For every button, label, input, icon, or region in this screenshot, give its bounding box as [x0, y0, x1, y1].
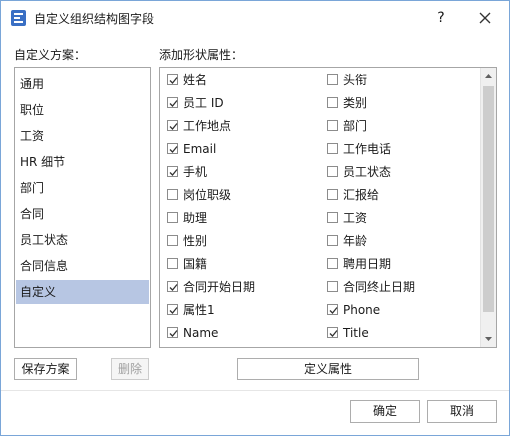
attribute-label: 年龄 [343, 234, 368, 248]
save-scheme-button[interactable]: 保存方案 [14, 358, 77, 380]
help-button[interactable]: ? [429, 6, 453, 30]
vertical-scrollbar[interactable] [480, 68, 496, 347]
title-bar: 自定义组织结构图字段 ? [1, 1, 509, 35]
attribute-label: 工资 [343, 211, 368, 225]
dialog-window: 自定义组织结构图字段 ? 自定义方案： 添加形状属性： 通用 职位 工资 HR 细节部… [0, 0, 510, 436]
attribute-label: Phone [343, 303, 381, 317]
attribute-label: 员工状态 [343, 165, 392, 179]
scheme-item[interactable]: 工资 [16, 124, 149, 148]
checkbox-unchecked[interactable] [327, 74, 338, 85]
scheme-item[interactable]: 部门 [16, 176, 149, 200]
checkbox-unchecked[interactable] [327, 189, 338, 200]
window-title: 自定义组织结构图字段 [34, 12, 155, 26]
scheme-item[interactable]: 通用 [16, 72, 149, 96]
checkbox-checked[interactable] [167, 327, 178, 338]
attribute-label: 国籍 [183, 257, 208, 271]
delete-button[interactable]: 删除 [111, 358, 149, 380]
checkbox-checked[interactable] [327, 327, 338, 338]
footer-separator [1, 390, 509, 391]
checkbox-checked[interactable] [167, 304, 178, 315]
close-icon[interactable] [473, 6, 497, 30]
checkbox-unchecked[interactable] [327, 120, 338, 131]
attribute-label: 性别 [183, 234, 208, 248]
scroll-up-icon[interactable] [481, 68, 496, 85]
define-attribute-button[interactable]: 定义属性 [237, 358, 419, 380]
checkbox-unchecked[interactable] [327, 235, 338, 246]
checkbox-unchecked[interactable] [327, 97, 338, 108]
attribute-label: 汇报给 [343, 188, 380, 202]
scroll-thumb[interactable] [483, 86, 494, 312]
attribute-label: 助理 [183, 211, 208, 225]
attribute-label: Title [343, 326, 369, 340]
checkbox-unchecked[interactable] [327, 258, 338, 269]
attribute-label: 聘用日期 [343, 257, 392, 271]
attribute-label: 姓名 [183, 73, 208, 87]
scheme-item[interactable]: 合同 [16, 202, 149, 226]
checkbox-checked[interactable] [167, 74, 178, 85]
cancel-button[interactable]: 取消 [427, 400, 497, 423]
attribute-label: 属性1 [183, 303, 215, 317]
attribute-label: Email [183, 142, 217, 156]
checkbox-checked[interactable] [167, 281, 178, 292]
attribute-label: 合同开始日期 [183, 280, 256, 294]
checkbox-checked[interactable] [167, 166, 178, 177]
checkbox-checked[interactable] [167, 120, 178, 131]
checkbox-unchecked[interactable] [327, 166, 338, 177]
attributes-header: 添加形状属性： [159, 48, 244, 62]
scheme-item[interactable]: 合同信息 [16, 254, 149, 278]
attribute-list: 姓名员工 ID 工作地点 Email 手机岗位职级助理性别国籍合同开始日期 属性1 Nam… [159, 67, 497, 348]
attribute-label: 员工 ID [183, 96, 224, 110]
scheme-header: 自定义方案： [14, 48, 87, 62]
scroll-down-icon[interactable] [481, 330, 496, 347]
scheme-item[interactable]: 自定义 [16, 280, 149, 304]
scheme-item[interactable]: HR 细节 [16, 150, 149, 174]
checkbox-unchecked[interactable] [327, 281, 338, 292]
checkbox-unchecked[interactable] [167, 212, 178, 223]
checkbox-unchecked[interactable] [167, 189, 178, 200]
attribute-label: 合同终止日期 [343, 280, 416, 294]
scheme-item[interactable]: 职位 [16, 98, 149, 122]
checkbox-unchecked[interactable] [327, 212, 338, 223]
scheme-item[interactable]: 员工状态 [16, 228, 149, 252]
scheme-list: 通用 职位 工资 HR 细节 部门 合同 员工状态 合同信息 自定义 [14, 67, 151, 348]
checkbox-checked[interactable] [327, 304, 338, 315]
checkbox-checked[interactable] [167, 97, 178, 108]
checkbox-unchecked[interactable] [167, 235, 178, 246]
checkbox-checked[interactable] [167, 143, 178, 154]
attribute-label: 手机 [183, 165, 208, 179]
attribute-label: 部门 [343, 119, 368, 133]
attribute-label: 头衔 [343, 73, 368, 87]
ok-button[interactable]: 确定 [350, 400, 420, 423]
checkbox-unchecked[interactable] [327, 143, 338, 154]
attribute-label: 岗位职级 [183, 188, 232, 202]
attribute-label: 类别 [343, 96, 368, 110]
attribute-label: 工作电话 [343, 142, 392, 156]
attribute-label: Name [183, 326, 219, 340]
attribute-label: 工作地点 [183, 119, 232, 133]
app-icon [11, 10, 26, 26]
checkbox-unchecked[interactable] [167, 258, 178, 269]
